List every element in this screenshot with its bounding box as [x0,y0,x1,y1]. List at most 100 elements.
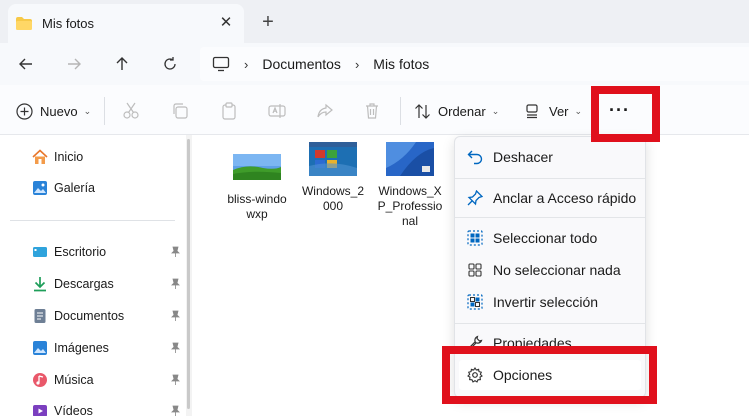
sidebar-item-galeria[interactable]: Galería [32,178,95,198]
folder-icon [16,17,32,30]
sidebar-item-label: Escritorio [54,245,107,259]
file-name: 000 [322,199,344,213]
sidebar-item-videos[interactable]: Vídeos [32,401,93,416]
arrow-up-icon [116,57,128,70]
menu-item-label: Deshacer [493,149,553,165]
menu-item-label: Invertir selección [493,294,599,310]
pin-icon[interactable] [170,405,181,416]
sidebar-item-inicio[interactable]: Inicio [32,147,83,167]
menu-divider [455,323,645,324]
sidebar-item-label: Inicio [54,150,84,164]
breadcrumb-item-documentos[interactable]: Documentos [262,56,341,72]
menu-item-no-seleccionar[interactable]: No seleccionar nada [455,255,645,285]
refresh-button[interactable] [158,52,182,76]
computer-icon [212,56,230,72]
menu-item-label: No seleccionar nada [493,262,621,278]
sidebar-scrollbar[interactable] [186,135,192,416]
sidebar-item-label: Imágenes [54,341,109,355]
sidebar-item-label: Descargas [54,277,114,291]
view-button-label: Ver [549,103,569,119]
up-button[interactable] [110,52,134,76]
file-name: bliss-windo [227,192,287,206]
rename-icon[interactable] [268,102,286,120]
pin-icon[interactable] [170,374,181,388]
back-button[interactable] [14,52,38,76]
share-icon[interactable] [316,102,334,120]
sidebar-divider [10,220,175,221]
toolbar-divider [104,97,105,125]
menu-item-deshacer[interactable]: Deshacer [455,142,645,172]
menu-divider [455,217,645,218]
highlight-box-opciones [442,346,657,404]
invert-selection-icon [467,294,483,310]
close-tab-icon[interactable]: ✕ [218,15,234,31]
new-button-label: Nuevo [40,103,78,119]
home-icon [32,149,48,164]
pictures-folder-icon [33,341,47,355]
desktop-folder-icon [33,247,47,257]
view-icon [526,104,538,119]
tab-title: Mis fotos [42,16,95,31]
navigation-row: › Documentos › Mis fotos [0,43,749,85]
breadcrumb-item-mis-fotos[interactable]: Mis fotos [373,56,429,72]
sort-arrows-icon [415,103,430,119]
plus-circle-icon [16,102,33,120]
file-name: Windows_2 [301,184,365,198]
copy-icon[interactable] [171,102,189,120]
sidebar-item-documentos[interactable]: Documentos [32,306,124,326]
chevron-down-icon: ⌄ [574,105,583,116]
cut-icon[interactable] [122,102,140,120]
tab-strip: Mis fotos ✕ + [0,0,749,43]
pin-icon[interactable] [170,342,181,356]
breadcrumb-separator: › [354,56,360,72]
pin-icon[interactable] [170,278,181,292]
gallery-icon [33,181,47,195]
breadcrumb-separator: › [244,56,249,72]
pin-icon [467,190,483,206]
image-thumbnail [386,142,434,176]
toolbar-divider [400,97,401,125]
file-item[interactable]: Windows_X P_Professio nal [374,142,446,229]
refresh-icon [164,57,176,70]
sort-button[interactable]: Ordenar ⌄ [414,99,499,123]
scrollbar-thumb[interactable] [187,139,190,409]
new-button[interactable]: Nuevo ⌄ [16,99,91,123]
sidebar-item-escritorio[interactable]: Escritorio [32,242,106,262]
delete-icon[interactable] [363,102,381,120]
pin-icon[interactable] [170,246,181,260]
downloads-folder-icon [34,277,46,292]
menu-divider [455,178,645,179]
documents-folder-icon [34,309,46,323]
file-name: Windows_X [378,184,442,198]
menu-item-invertir-seleccion[interactable]: Invertir selección [455,287,645,317]
chevron-down-icon: ⌄ [491,105,500,116]
sidebar-item-descargas[interactable]: Descargas [32,274,114,294]
select-none-icon [468,263,482,277]
sidebar-item-label: Galería [54,181,95,195]
paste-icon[interactable] [220,102,238,120]
arrow-left-icon [19,58,32,70]
sidebar-item-imagenes[interactable]: Imágenes [32,338,109,358]
image-thumbnail [233,154,281,180]
menu-item-anclar[interactable]: Anclar a Acceso rápido [455,183,645,213]
music-folder-icon [33,373,47,387]
menu-item-label: Seleccionar todo [493,230,598,246]
file-name: nal [401,214,418,228]
file-item[interactable]: bliss-windo wxp [221,142,293,222]
arrow-right-icon [68,58,81,70]
sidebar-item-musica[interactable]: Música [32,370,94,390]
select-all-icon [467,230,483,246]
menu-item-seleccionar-todo[interactable]: Seleccionar todo [455,223,645,253]
new-tab-button[interactable]: + [258,12,278,32]
forward-button[interactable] [62,52,86,76]
navigation-pane: Inicio Galería Escritorio Descargas Docu… [0,135,190,416]
view-button[interactable]: Ver ⌄ [524,99,582,123]
videos-folder-icon [33,405,47,416]
tab-mis-fotos[interactable]: Mis fotos ✕ [8,4,244,43]
menu-item-label: Anclar a Acceso rápido [493,190,637,206]
highlight-box-more-options [591,86,660,142]
address-bar[interactable]: › Documentos › Mis fotos [200,47,749,81]
sidebar-item-label: Vídeos [54,404,93,416]
file-item[interactable]: Windows_2 000 [297,142,369,214]
pin-icon[interactable] [170,310,181,324]
